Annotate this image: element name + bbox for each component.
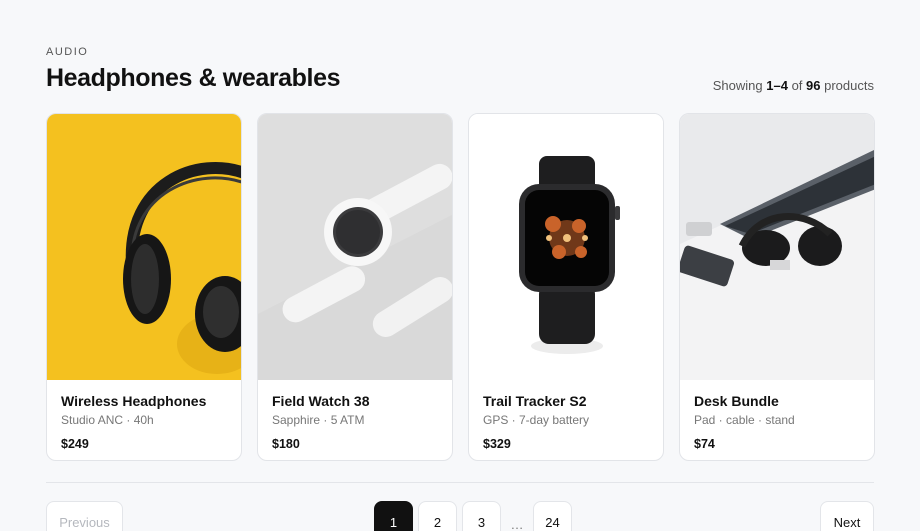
product-card[interactable]: Desk Bundle Pad · cable · stand $74: [679, 113, 875, 461]
page-title: Headphones & wearables: [46, 64, 341, 92]
product-name[interactable]: Wireless Headphones: [61, 392, 227, 410]
result-count: Showing 1–4 of 96 products: [712, 78, 874, 93]
pagination: 1 2 3 … 24: [374, 501, 572, 531]
product-price: $74: [694, 437, 715, 451]
product-name[interactable]: Desk Bundle: [694, 392, 860, 410]
product-card[interactable]: Trail Tracker S2 GPS · 7-day battery $32…: [468, 113, 664, 461]
previous-button[interactable]: Previous: [46, 501, 123, 531]
product-meta: GPS · 7-day battery: [483, 413, 590, 427]
divider: [46, 482, 874, 483]
smartwatch-image: [469, 114, 663, 380]
product-price: $180: [272, 437, 300, 451]
page-button-1[interactable]: 1: [374, 501, 413, 531]
headphones-image: [47, 114, 241, 380]
pagination-ellipsis: …: [510, 517, 524, 531]
next-button[interactable]: Next: [820, 501, 874, 531]
product-name[interactable]: Trail Tracker S2: [483, 392, 649, 410]
product-card[interactable]: Wireless Headphones Studio ANC · 40h $24…: [46, 113, 242, 461]
page-button-2[interactable]: 2: [418, 501, 457, 531]
page-button-3[interactable]: 3: [462, 501, 501, 531]
product-meta: Studio ANC · 40h: [61, 413, 154, 427]
product-meta: Sapphire · 5 ATM: [272, 413, 365, 427]
desk-setup-image: [680, 114, 874, 380]
product-grid: Wireless Headphones Studio ANC · 40h $24…: [46, 113, 875, 461]
white-watch-image: [258, 114, 452, 380]
product-price: $249: [61, 437, 89, 451]
category-eyebrow: AUDIO: [46, 46, 89, 58]
product-name[interactable]: Field Watch 38: [272, 392, 438, 410]
page-button-last[interactable]: 24: [533, 501, 572, 531]
product-price: $329: [483, 437, 511, 451]
product-card[interactable]: Field Watch 38 Sapphire · 5 ATM $180: [257, 113, 453, 461]
product-meta: Pad · cable · stand: [694, 413, 795, 427]
